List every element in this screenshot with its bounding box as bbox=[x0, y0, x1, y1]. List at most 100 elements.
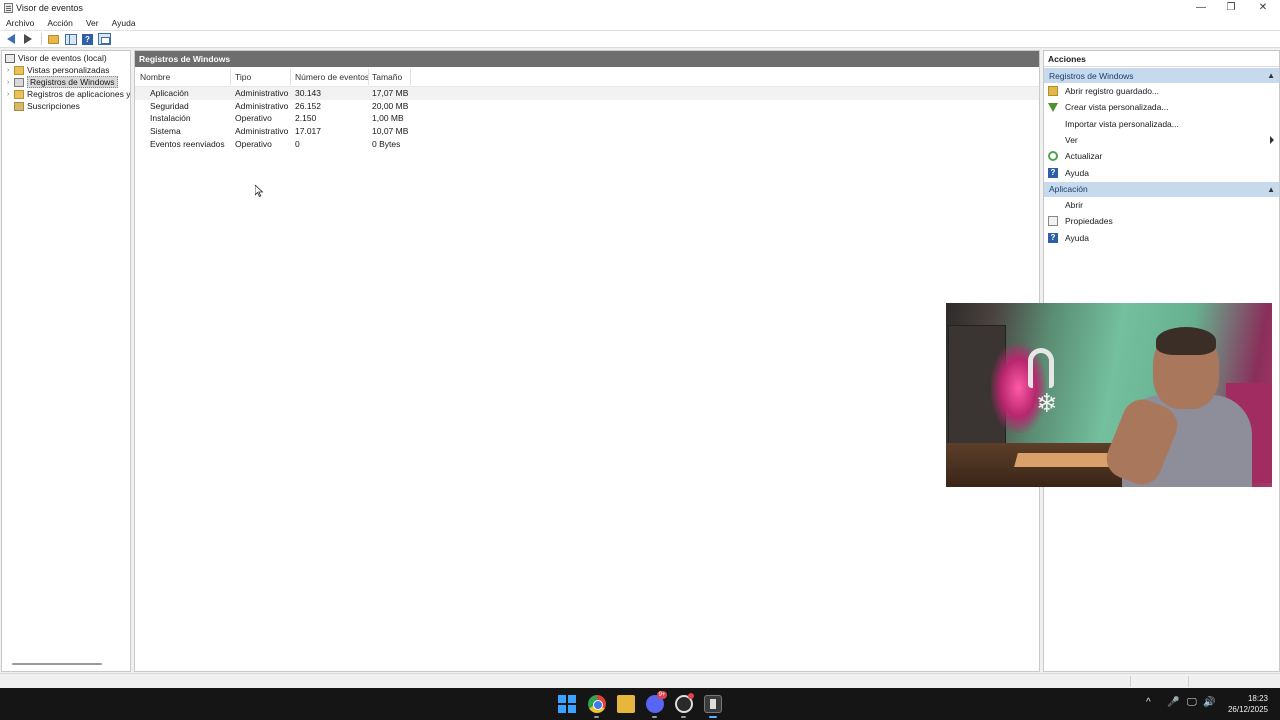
network-icon[interactable]: 🖵 bbox=[1187, 698, 1197, 708]
blank-icon bbox=[1048, 135, 1058, 145]
column-tamano[interactable]: Tamaño bbox=[372, 72, 402, 82]
open-folder-button[interactable] bbox=[46, 32, 61, 46]
collapse-icon[interactable]: ▲ bbox=[1267, 185, 1275, 194]
cell-nombre: Seguridad bbox=[150, 100, 189, 111]
action-ayuda-aplicacion[interactable]: ? Ayuda bbox=[1044, 229, 1279, 245]
forward-button[interactable] bbox=[20, 32, 35, 46]
chevron-right-icon[interactable]: › bbox=[7, 79, 14, 86]
tree-item-registros-windows[interactable]: › Registros de Windows bbox=[7, 76, 118, 88]
clock[interactable]: 18:23 26/12/2025 bbox=[1228, 693, 1268, 715]
action-propiedades[interactable]: Propiedades bbox=[1044, 213, 1279, 229]
menu-ayuda[interactable]: Ayuda bbox=[110, 18, 138, 28]
file-explorer-icon[interactable] bbox=[617, 695, 635, 713]
blank-icon bbox=[1048, 119, 1058, 129]
submenu-arrow-icon bbox=[1270, 135, 1274, 144]
table-row[interactable]: Aplicación Administrativo 30.143 17,07 M… bbox=[135, 87, 1039, 100]
column-numero-eventos[interactable]: Número de eventos bbox=[295, 72, 369, 82]
logs-panel: Registros de Windows Nombre Tipo Número … bbox=[134, 50, 1040, 672]
event-viewer-icon[interactable] bbox=[704, 695, 722, 713]
column-divider[interactable] bbox=[410, 69, 411, 85]
help-icon: ? bbox=[1048, 167, 1058, 178]
status-divider bbox=[1130, 676, 1131, 687]
status-divider bbox=[1188, 676, 1189, 687]
microphone-icon[interactable]: 🎤 bbox=[1167, 698, 1179, 708]
column-divider[interactable] bbox=[368, 69, 369, 85]
volume-icon[interactable]: 🔊 bbox=[1203, 698, 1215, 708]
action-ver[interactable]: Ver bbox=[1044, 132, 1279, 148]
running-indicator bbox=[681, 716, 686, 718]
show-hide-tree-button[interactable] bbox=[63, 32, 78, 46]
tree-item-registros-aplicaciones[interactable]: › Registros de aplicaciones y s bbox=[7, 88, 130, 100]
title-bar: Visor de eventos — ❐ ✕ bbox=[0, 0, 1280, 15]
open-log-icon bbox=[1048, 86, 1058, 97]
minimize-button[interactable]: — bbox=[1186, 0, 1216, 15]
column-nombre[interactable]: Nombre bbox=[140, 72, 170, 82]
section-header-label: Aplicación bbox=[1049, 184, 1088, 195]
windows-logs-icon bbox=[14, 77, 24, 87]
chevron-right-icon[interactable]: › bbox=[7, 67, 14, 74]
column-header-row: Nombre Tipo Número de eventos Tamaño bbox=[135, 67, 1039, 87]
webcam-overlay: ❄ bbox=[946, 303, 1272, 487]
properties-icon bbox=[1048, 216, 1058, 227]
maximize-button[interactable]: ❐ bbox=[1216, 0, 1246, 15]
chevron-right-icon[interactable]: › bbox=[7, 91, 14, 98]
blank-icon bbox=[1048, 200, 1058, 210]
action-ayuda[interactable]: ? Ayuda bbox=[1044, 164, 1279, 180]
cell-eventos: 2.150 bbox=[295, 113, 317, 124]
cell-tamano: 17,07 MB bbox=[372, 88, 409, 98]
menu-archivo[interactable]: Archivo bbox=[4, 18, 36, 28]
chevron-up-icon[interactable]: ^ bbox=[1146, 698, 1151, 708]
table-row[interactable]: Instalación Operativo 2.150 1,00 MB bbox=[135, 112, 1039, 125]
folder-icon bbox=[14, 89, 24, 99]
show-hide-action-pane-button[interactable] bbox=[97, 32, 112, 46]
chrome-icon[interactable] bbox=[588, 695, 606, 713]
action-label: Ayuda bbox=[1065, 232, 1089, 243]
actions-section-registros-windows[interactable]: Registros de Windows ▲ bbox=[1044, 68, 1279, 83]
action-label: Importar vista personalizada... bbox=[1065, 118, 1179, 129]
panel-title: Registros de Windows bbox=[135, 51, 1039, 67]
table-row[interactable]: Eventos reenviados Operativo 0 0 Bytes bbox=[135, 138, 1039, 151]
tree-root[interactable]: Visor de eventos (local) bbox=[5, 52, 107, 64]
cell-nombre: Aplicación bbox=[150, 88, 189, 98]
horizontal-scrollbar[interactable] bbox=[12, 663, 102, 665]
cell-nombre: Instalación bbox=[150, 113, 191, 124]
column-divider[interactable] bbox=[230, 69, 231, 85]
tree-item-label: Vistas personalizadas bbox=[27, 65, 110, 75]
help-button[interactable]: ? bbox=[80, 32, 95, 46]
show-hide-tree-icon bbox=[64, 33, 77, 45]
clock-date: 26/12/2025 bbox=[1227, 705, 1268, 714]
close-button[interactable]: ✕ bbox=[1248, 0, 1278, 15]
actions-section-aplicacion[interactable]: Aplicación ▲ bbox=[1044, 181, 1279, 197]
column-tipo[interactable]: Tipo bbox=[235, 72, 251, 82]
action-crear-vista-personalizada[interactable]: Crear vista personalizada... bbox=[1044, 99, 1279, 115]
windows-start-icon[interactable] bbox=[558, 695, 576, 713]
cell-tipo: Administrativo bbox=[235, 100, 289, 111]
action-label: Actualizar bbox=[1065, 151, 1103, 162]
action-actualizar[interactable]: Actualizar bbox=[1044, 148, 1279, 164]
taskbar: 9+ ^ 🎤 🖵 🔊 18:23 26/12/2025 bbox=[0, 688, 1280, 720]
help-icon: ? bbox=[82, 33, 93, 45]
tree-item-suscripciones[interactable]: Suscripciones bbox=[14, 100, 80, 112]
tree-item-label: Suscripciones bbox=[27, 101, 80, 111]
menu-accion[interactable]: Acción bbox=[45, 18, 75, 28]
headphones bbox=[1028, 348, 1054, 388]
collapse-icon[interactable]: ▲ bbox=[1267, 71, 1275, 80]
active-indicator bbox=[709, 716, 717, 718]
tree-item-label: Registros de Windows bbox=[27, 76, 118, 88]
tree-item-vistas-personalizadas[interactable]: › Vistas personalizadas bbox=[7, 64, 110, 76]
cell-tipo: Administrativo bbox=[235, 126, 289, 137]
help-icon: ? bbox=[1048, 232, 1058, 243]
cell-tamano: 10,07 MB bbox=[372, 126, 409, 137]
menu-ver[interactable]: Ver bbox=[84, 18, 101, 28]
column-divider[interactable] bbox=[290, 69, 291, 85]
action-abrir[interactable]: Abrir bbox=[1044, 197, 1279, 213]
cell-tipo: Administrativo bbox=[235, 88, 289, 98]
cell-eventos: 0 bbox=[295, 138, 300, 149]
cell-tamano: 1,00 MB bbox=[372, 113, 404, 124]
action-importar-vista-personalizada[interactable]: Importar vista personalizada... bbox=[1044, 116, 1279, 132]
table-row[interactable]: Seguridad Administrativo 26.152 20,00 MB bbox=[135, 100, 1039, 113]
action-abrir-registro-guardado[interactable]: Abrir registro guardado... bbox=[1044, 83, 1279, 99]
table-row[interactable]: Sistema Administrativo 17.017 10,07 MB bbox=[135, 125, 1039, 138]
event-viewer-app-icon bbox=[4, 2, 13, 13]
back-button[interactable] bbox=[3, 32, 18, 46]
